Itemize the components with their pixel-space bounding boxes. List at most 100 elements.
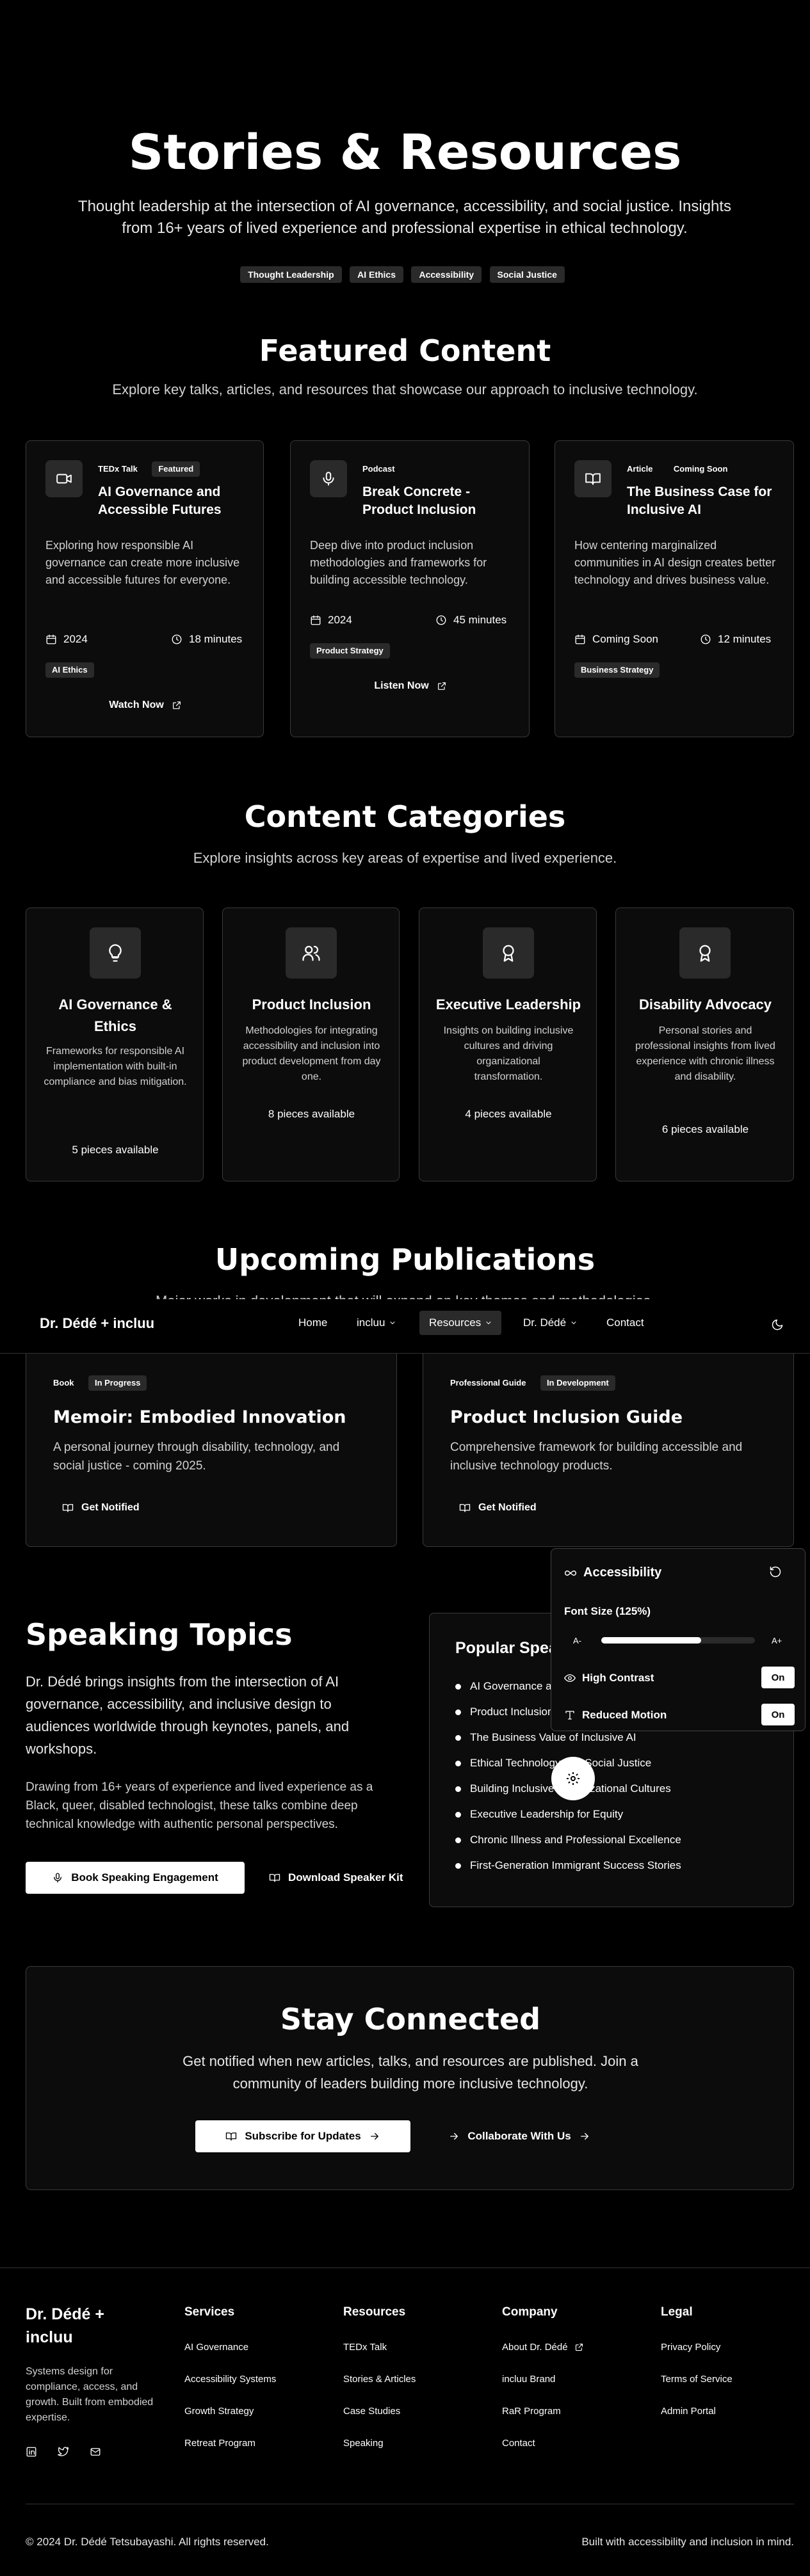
- footer-link[interactable]: Retreat Program: [184, 2427, 312, 2459]
- theme-toggle[interactable]: [771, 1318, 784, 1334]
- font-increase-button[interactable]: A+: [772, 1636, 782, 1645]
- footer-link[interactable]: TEDx Talk: [343, 2331, 471, 2363]
- category-ai-governance[interactable]: AI Governance & Ethics Frameworks for re…: [26, 908, 204, 1181]
- download-speaker-kit-button[interactable]: Download Speaker Kit: [269, 1862, 423, 1894]
- book-open-icon: [269, 1874, 280, 1882]
- clock-icon: [172, 634, 182, 644]
- subscribe-button[interactable]: Subscribe for Updates: [195, 2120, 410, 2152]
- chevron-down-icon: [486, 1322, 491, 1324]
- gear-icon: [567, 1772, 579, 1785]
- arrow-right-icon: [450, 2132, 458, 2140]
- publication-card-guide: Professional Guide In Development Produc…: [423, 1354, 794, 1547]
- nav-home[interactable]: Home: [298, 1316, 327, 1329]
- hero-subtitle: Thought leadership at the intersection o…: [77, 198, 732, 237]
- get-notified-button[interactable]: Get Notified: [62, 1498, 140, 1517]
- chevron-down-icon: [571, 1322, 576, 1324]
- category-count: 8 pieces available: [268, 1108, 355, 1120]
- card-title: Break Concrete - Product Inclusion: [362, 484, 476, 517]
- footer-col-resources: Resources TEDx Talk Stories & Articles C…: [343, 2305, 471, 2459]
- video-icon: [45, 460, 83, 497]
- linkedin-icon[interactable]: [26, 2446, 37, 2458]
- accessibility-fab[interactable]: [551, 1757, 595, 1800]
- high-contrast-toggle[interactable]: On: [761, 1667, 795, 1688]
- collaborate-button[interactable]: Collaborate With Us: [430, 2120, 609, 2152]
- tag-thought-leadership: Thought Leadership: [240, 266, 342, 283]
- award-icon: [679, 927, 731, 979]
- category-count: 4 pieces available: [465, 1108, 552, 1120]
- listen-now-button[interactable]: Listen Now: [291, 676, 530, 696]
- list-item: Ethical Technology and Social Justice: [455, 1750, 775, 1776]
- footer-link[interactable]: About Dr. Dédé: [502, 2331, 630, 2363]
- footer-link[interactable]: RaR Program: [502, 2395, 630, 2427]
- mic-icon: [54, 1873, 62, 1883]
- content-type: Podcast: [362, 464, 395, 474]
- nav-incluu[interactable]: incluu: [357, 1316, 396, 1329]
- topic-tag: Business Strategy: [574, 662, 660, 678]
- tag-social-justice: Social Justice: [489, 266, 565, 283]
- publication-type: Professional Guide: [450, 1378, 526, 1388]
- card-date: 2024: [310, 614, 352, 627]
- stay-connected-title: Stay Connected: [280, 2002, 541, 2036]
- twitter-icon[interactable]: [58, 2446, 69, 2458]
- infinity-icon: [565, 1570, 576, 1576]
- category-disability-advocacy[interactable]: Disability Advocacy Personal stories and…: [615, 908, 794, 1181]
- stay-connected-card: Stay Connected Get notified when new art…: [26, 1966, 794, 2190]
- publications-title: Upcoming Publications: [215, 1242, 595, 1277]
- card-description: How centering marginalized communities i…: [574, 539, 776, 586]
- lightbulb-icon: [90, 927, 141, 979]
- featured-card-article: Article Coming Soon The Business Case fo…: [555, 440, 794, 737]
- footer-link[interactable]: Case Studies: [343, 2395, 471, 2427]
- footer-link[interactable]: AI Governance: [184, 2331, 312, 2363]
- mail-icon[interactable]: [90, 2446, 101, 2458]
- nav-resources[interactable]: Resources: [429, 1316, 492, 1329]
- topic-tag: AI Ethics: [45, 662, 94, 678]
- external-link-icon: [575, 2343, 583, 2351]
- category-product-inclusion[interactable]: Product Inclusion Methodologies for inte…: [222, 908, 400, 1181]
- brand-logo[interactable]: Dr. Dédé + incluu: [40, 1315, 154, 1332]
- category-title: Product Inclusion: [252, 996, 371, 1012]
- get-notified-button[interactable]: Get Notified: [459, 1498, 537, 1517]
- footer-link[interactable]: Speaking: [343, 2427, 471, 2459]
- nav-dr-dede[interactable]: Dr. Dédé: [523, 1316, 578, 1329]
- category-title: AI Governance & Ethics: [58, 996, 172, 1034]
- nav-contact[interactable]: Contact: [606, 1316, 644, 1329]
- footer-col-legal: Legal Privacy Policy Terms of Service Ad…: [661, 2305, 789, 2427]
- font-size-slider-fill: [601, 1637, 701, 1644]
- footer-link[interactable]: Contact: [502, 2427, 630, 2459]
- book-speaking-button[interactable]: Book Speaking Engagement: [26, 1862, 245, 1894]
- reset-button[interactable]: [769, 1565, 782, 1581]
- publication-status: In Progress: [88, 1375, 147, 1391]
- rotate-ccw-icon: [770, 1566, 781, 1578]
- accessibility-panel: Accessibility Font Size (125%) A- A+ Hig…: [551, 1548, 806, 1731]
- clock-icon: [701, 634, 711, 644]
- footer-link[interactable]: Admin Portal: [661, 2395, 789, 2427]
- book-open-icon: [574, 460, 612, 497]
- category-description: Insights on building inclusive cultures …: [443, 1025, 574, 1082]
- coming-soon-badge: Coming Soon: [673, 464, 728, 474]
- publication-description: Comprehensive framework for building acc…: [450, 1441, 743, 1473]
- book-open-icon: [226, 2132, 237, 2141]
- high-contrast-label: High Contrast: [582, 1672, 654, 1684]
- category-description: Methodologies for integrating accessibil…: [242, 1025, 381, 1082]
- font-decrease-button[interactable]: A-: [573, 1636, 581, 1645]
- reduced-motion-toggle[interactable]: On: [761, 1704, 795, 1725]
- publication-description: A personal journey through disability, t…: [53, 1441, 340, 1473]
- topic-tag: Product Strategy: [310, 643, 390, 659]
- category-executive-leadership[interactable]: Executive Leadership Insights on buildin…: [419, 908, 597, 1181]
- footer-link[interactable]: Accessibility Systems: [184, 2363, 312, 2395]
- category-title: Disability Advocacy: [638, 996, 772, 1012]
- footer-link[interactable]: Terms of Service: [661, 2363, 789, 2395]
- font-size-slider[interactable]: [601, 1637, 755, 1644]
- footer-link[interactable]: Privacy Policy: [661, 2331, 789, 2363]
- featured-card-podcast: Podcast Break Concrete - Product Inclusi…: [290, 440, 530, 737]
- accessibility-title: Accessibility: [583, 1565, 662, 1580]
- footer-link[interactable]: Stories & Articles: [343, 2363, 471, 2395]
- footer-link[interactable]: Growth Strategy: [184, 2395, 312, 2427]
- calendar-icon: [46, 634, 56, 644]
- categories-subtitle: Explore insights across key areas of exp…: [193, 850, 617, 866]
- footer-link[interactable]: incluu Brand: [502, 2363, 630, 2395]
- watch-now-button[interactable]: Watch Now: [26, 696, 264, 715]
- card-description: Deep dive into product inclusion methodo…: [310, 539, 487, 586]
- clock-icon: [436, 615, 446, 625]
- speaking-background: Drawing from 16+ years of experience and…: [26, 1780, 373, 1831]
